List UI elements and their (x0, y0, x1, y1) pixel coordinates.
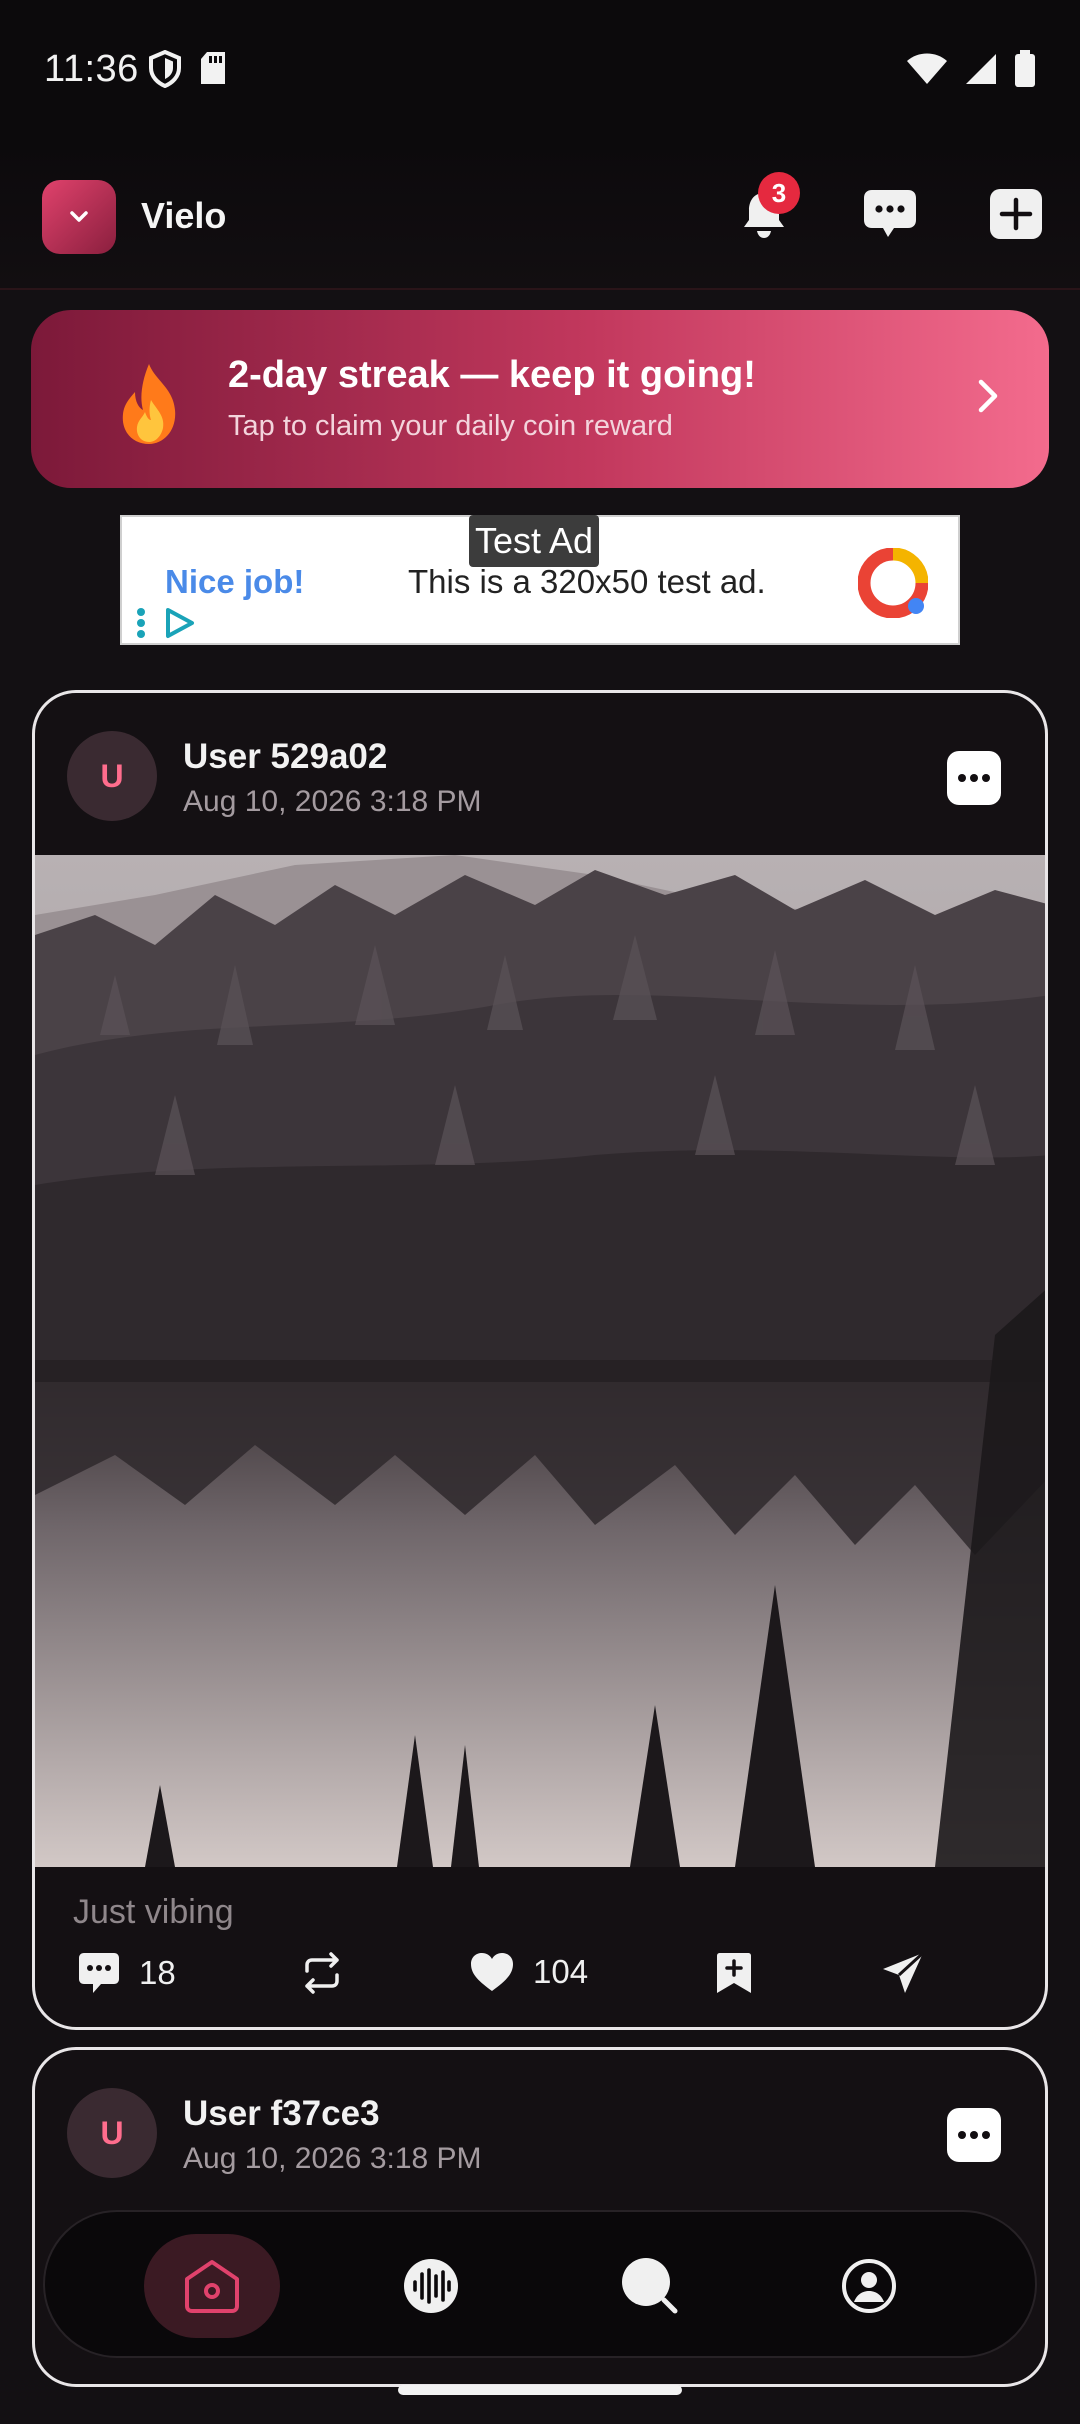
create-post-button[interactable] (984, 182, 1048, 246)
streak-title: 2-day streak — keep it going! (228, 354, 756, 396)
post-timestamp: Aug 10, 2026 3:18 PM (183, 2142, 482, 2175)
search-icon (622, 2258, 678, 2314)
nav-home[interactable] (144, 2234, 280, 2338)
like-count: 104 (533, 1953, 589, 1990)
audio-waves-icon (404, 2259, 458, 2313)
bookmark-add-icon (717, 1953, 751, 1993)
chevron-right-icon (978, 379, 998, 413)
status-bar: 11:36 (0, 0, 1080, 140)
fire-icon (122, 364, 176, 444)
post-actions: 18 104 (35, 1951, 1045, 2011)
status-time: 11:36 (44, 48, 139, 90)
brand-logo[interactable] (42, 180, 116, 254)
streak-subtitle: Tap to claim your daily coin reward (228, 410, 673, 442)
plus-icon (990, 189, 1042, 239)
notification-badge: 3 (758, 172, 800, 214)
nav-profile[interactable] (801, 2234, 937, 2338)
signal-icon (966, 54, 996, 84)
shield-icon (149, 50, 181, 88)
bottom-nav (43, 2210, 1037, 2358)
share-button[interactable] (881, 1951, 925, 1995)
battery-icon (1015, 50, 1035, 87)
ad-label: Test Ad (469, 515, 600, 567)
post-menu-button[interactable] (947, 751, 1001, 805)
post-username[interactable]: User 529a02 (183, 737, 387, 777)
avatar[interactable]: U (67, 731, 157, 821)
repost-icon (305, 1952, 339, 1994)
wifi-icon (907, 53, 947, 84)
post-card: U User 529a02 Aug 10, 2026 3:18 PM Just … (32, 690, 1048, 2030)
ad-text[interactable]: This is a 320x50 test ad. (408, 563, 766, 601)
home-icon (185, 2260, 239, 2313)
more-horizontal-icon (958, 774, 990, 782)
comment-icon (79, 1953, 119, 1993)
streak-banner[interactable]: 2-day streak — keep it going! Tap to cla… (31, 310, 1049, 488)
post-caption: Just vibing (73, 1893, 234, 1931)
comment-count: 18 (139, 1954, 176, 1991)
ad-headline[interactable]: Nice job! (165, 563, 304, 601)
chat-icon (864, 190, 916, 237)
repost-button[interactable] (299, 1951, 345, 1995)
app-name: Vielo (141, 195, 227, 236)
like-button[interactable]: 104 (469, 1951, 588, 1993)
ad-choices-icon[interactable] (132, 606, 198, 640)
post-username[interactable]: User f37ce3 (183, 2094, 380, 2134)
post-timestamp: Aug 10, 2026 3:18 PM (183, 785, 482, 818)
app-header: Vielo 3 (0, 140, 1080, 290)
bookmark-button[interactable] (715, 1951, 753, 1995)
comment-button[interactable]: 18 (77, 1951, 176, 1995)
home-indicator[interactable] (398, 2385, 682, 2395)
heart-icon (471, 1953, 513, 1991)
messages-button[interactable] (858, 182, 922, 246)
ad-brand-logo (858, 548, 928, 618)
app-screen: 11:36 Vielo 3 2-day streak — keep it goi… (0, 0, 1080, 2424)
profile-icon (842, 2259, 896, 2313)
send-icon (883, 1951, 925, 1993)
more-horizontal-icon (958, 2131, 990, 2139)
avatar[interactable]: U (67, 2088, 157, 2178)
sd-card-icon (201, 52, 225, 84)
nav-audio[interactable] (363, 2234, 499, 2338)
post-menu-button[interactable] (947, 2108, 1001, 2162)
nav-search[interactable] (582, 2234, 718, 2338)
chevron-down-icon (70, 211, 88, 222)
post-image[interactable] (35, 855, 1048, 1867)
